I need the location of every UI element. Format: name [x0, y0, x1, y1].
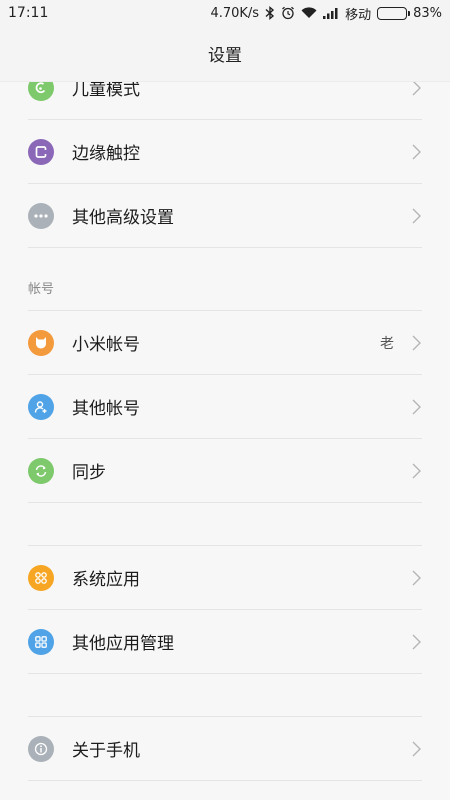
settings-list[interactable]: 儿童模式 边缘触控 其他高级设置 帐号 小米帐号 老 其他帐号 同步 系统应用 … — [0, 82, 450, 800]
battery-text: 83% — [413, 5, 442, 21]
page-title: 设置 — [208, 46, 242, 66]
row-label: 儿童模式 — [72, 82, 140, 100]
sync-icon — [28, 457, 54, 484]
row-more-settings[interactable]: 其他高级设置 — [28, 184, 422, 248]
row-label: 其他帐号 — [72, 399, 140, 419]
alarm-icon — [281, 5, 295, 21]
row-kids-mode[interactable]: 儿童模式 — [28, 82, 422, 120]
row-label: 同步 — [72, 463, 106, 483]
mi-account-icon — [28, 329, 54, 356]
edge-touch-icon — [28, 138, 54, 165]
chevron-right-icon — [410, 398, 422, 416]
row-label: 边缘触控 — [72, 144, 140, 164]
chevron-right-icon — [410, 143, 422, 161]
kids-mode-icon — [28, 82, 54, 101]
row-label: 系统应用 — [72, 570, 140, 590]
net-speed: 4.70K/s — [210, 5, 260, 21]
chevron-right-icon — [410, 462, 422, 480]
carrier: 移动 — [345, 7, 372, 23]
wifi-icon — [301, 5, 317, 21]
row-label: 其他高级设置 — [72, 208, 174, 228]
add-user-icon — [28, 393, 54, 420]
chevron-right-icon — [410, 207, 422, 225]
chevron-right-icon — [410, 82, 422, 97]
account-name: 老 — [380, 335, 394, 352]
row-system-apps[interactable]: 系统应用 — [28, 546, 422, 610]
signal-icon — [323, 5, 339, 21]
status-time: 17:11 — [8, 5, 49, 21]
row-about-phone[interactable]: 关于手机 — [28, 717, 422, 781]
row-other-accounts[interactable]: 其他帐号 — [28, 375, 422, 439]
system-apps-icon — [28, 564, 54, 591]
chevron-right-icon — [410, 334, 422, 352]
row-label: 其他应用管理 — [72, 634, 174, 654]
app-grid-icon — [28, 628, 54, 655]
row-label: 小米帐号 — [72, 335, 140, 355]
row-other-app-management[interactable]: 其他应用管理 — [28, 610, 422, 674]
chevron-right-icon — [410, 633, 422, 651]
row-sync[interactable]: 同步 — [28, 439, 422, 503]
chevron-right-icon — [410, 740, 422, 758]
row-edge-touch[interactable]: 边缘触控 — [28, 120, 422, 184]
chevron-right-icon — [410, 569, 422, 587]
row-mi-account[interactable]: 小米帐号 老 — [28, 311, 422, 375]
section-header-account: 帐号 — [28, 282, 55, 297]
bluetooth-icon — [265, 5, 275, 21]
more-dots-icon — [28, 202, 54, 229]
row-label: 关于手机 — [72, 741, 140, 761]
title-bar: 设置 — [0, 26, 450, 82]
battery-icon — [377, 5, 411, 21]
info-icon — [28, 735, 54, 762]
status-right: 4.70K/s 移动 83% — [210, 4, 442, 23]
status-bar: 17:11 4.70K/s 移动 83% — [0, 0, 450, 26]
